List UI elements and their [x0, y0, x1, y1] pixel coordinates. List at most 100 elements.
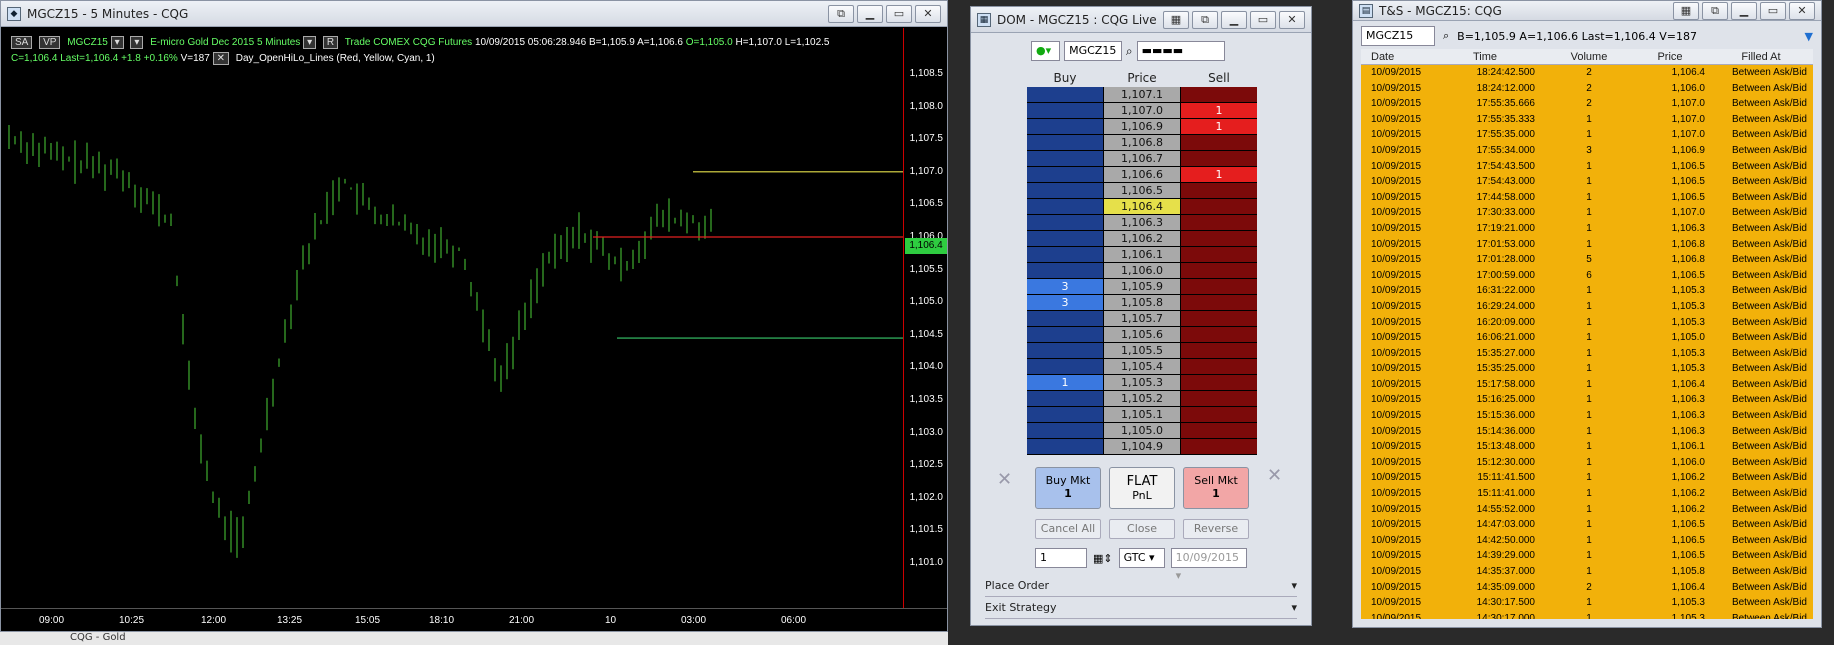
ts-row[interactable]: 10/09/2015 17:55:34.000 3 1,106.9 Between As…: [1361, 142, 1813, 159]
ladder-sell-cell[interactable]: 1: [1181, 103, 1257, 119]
ts-row[interactable]: 10/09/2015 16:06:21.000 1 1,105.0 Between As…: [1361, 330, 1813, 346]
ladder-price-cell[interactable]: 1,105.1: [1103, 407, 1181, 423]
dom-left-x-icon[interactable]: ✕: [997, 469, 1012, 490]
ts-row[interactable]: 10/09/2015 14:35:09.000 2 1,106.4 Between As…: [1361, 579, 1813, 596]
ladder-buy-cell[interactable]: [1027, 135, 1103, 151]
ts-col-filled-at[interactable]: Filled At: [1715, 49, 1813, 64]
dom-titlebar[interactable]: ▦ DOM - MGCZ15 : CQG Live ▦ ⧉ ▁ ▭ ✕: [971, 7, 1311, 33]
description-dropdown-icon[interactable]: ▾: [130, 36, 144, 49]
ladder-price-cell[interactable]: 1,105.4: [1103, 359, 1181, 375]
ts-row[interactable]: 10/09/2015 17:44:58.000 1 1,106.5 Between As…: [1361, 189, 1813, 206]
ts-row[interactable]: 10/09/2015 15:13:48.000 1 1,106.1 Between As…: [1361, 439, 1813, 455]
ladder-sell-cell[interactable]: 1: [1181, 167, 1257, 183]
ts-row[interactable]: 10/09/2015 14:30:17.000 1 1,105.3 Between As…: [1361, 610, 1813, 619]
ts-row[interactable]: 10/09/2015 15:11:41.000 1 1,106.2 Between As…: [1361, 486, 1813, 502]
quantity-stepper-icon[interactable]: ▦⇕: [1093, 552, 1113, 565]
ts-row[interactable]: 10/09/2015 14:30:17.500 1 1,105.3 Between As…: [1361, 595, 1813, 611]
ts-row[interactable]: 10/09/2015 17:55:35.666 2 1,107.0 Between As…: [1361, 96, 1813, 112]
ts-symbol-field[interactable]: MGCZ15: [1361, 26, 1435, 46]
ts-row[interactable]: 10/09/2015 15:12:30.000 1 1,106.0 Between As…: [1361, 454, 1813, 471]
ladder-price-cell[interactable]: 1,106.3: [1103, 215, 1181, 231]
dom-right-x-icon[interactable]: ✕: [1267, 465, 1282, 486]
ladder-price-cell[interactable]: 1,105.8: [1103, 295, 1181, 311]
ladder-buy-cell[interactable]: [1027, 391, 1103, 407]
ts-row[interactable]: 10/09/2015 16:29:24.000 1 1,105.3 Between As…: [1361, 298, 1813, 315]
vp-tag[interactable]: VP: [39, 36, 61, 49]
ladder-price-cell[interactable]: 1,106.6: [1103, 167, 1181, 183]
dom-search-icon[interactable]: ⌕: [1126, 44, 1133, 59]
ladder-sell-cell[interactable]: [1181, 87, 1257, 103]
tab-cqg-gold[interactable]: CQG - Gold: [70, 632, 126, 643]
sell-mkt-button[interactable]: Sell Mkt 1: [1183, 467, 1249, 509]
ladder-sell-cell[interactable]: [1181, 391, 1257, 407]
ladder-sell-cell[interactable]: [1181, 215, 1257, 231]
ladder-price-cell[interactable]: 1,106.5: [1103, 183, 1181, 199]
ladder-sell-cell[interactable]: [1181, 311, 1257, 327]
ladder-buy-cell[interactable]: 1: [1027, 375, 1103, 391]
ladder-price-cell[interactable]: 1,105.5: [1103, 343, 1181, 359]
ts-row[interactable]: 10/09/2015 17:55:35.000 1 1,107.0 Between As…: [1361, 127, 1813, 143]
ts-maximize-button[interactable]: ▭: [1760, 1, 1786, 20]
dom-minimize-button[interactable]: ▁: [1221, 10, 1247, 29]
ts-row[interactable]: 10/09/2015 15:16:25.000 1 1,106.3 Between As…: [1361, 392, 1813, 409]
dom-maximize-button[interactable]: ▭: [1250, 10, 1276, 29]
chart-close-button[interactable]: ✕: [915, 4, 941, 23]
place-order-section[interactable]: Place Order ▾: [985, 579, 1297, 597]
place-order-chevron-icon[interactable]: ▾: [1291, 579, 1297, 592]
ladder-buy-cell[interactable]: [1027, 247, 1103, 263]
ts-row[interactable]: 10/09/2015 17:55:35.333 1 1,107.0 Between As…: [1361, 111, 1813, 128]
ts-filter-icon[interactable]: ▼: [1805, 30, 1813, 43]
chart-minimize-button[interactable]: ▁: [857, 4, 883, 23]
ladder-price-cell[interactable]: 1,105.9: [1103, 279, 1181, 295]
ladder-sell-cell[interactable]: [1181, 279, 1257, 295]
ladder-buy-cell[interactable]: [1027, 311, 1103, 327]
ladder-price-cell[interactable]: 1,106.4: [1103, 199, 1181, 215]
ladder-price-cell[interactable]: 1,105.2: [1103, 391, 1181, 407]
ladder-buy-cell[interactable]: [1027, 87, 1103, 103]
dom-link-icon[interactable]: ⧉: [1192, 10, 1218, 29]
ladder-buy-cell[interactable]: 3: [1027, 295, 1103, 311]
time-axis[interactable]: 09:00 10:25 12:00 13:25 15:05 18:10 21:00 10 03:…: [1, 608, 947, 631]
ladder-sell-cell[interactable]: [1181, 263, 1257, 279]
ts-row[interactable]: 10/09/2015 15:11:41.500 1 1,106.2 Between As…: [1361, 470, 1813, 487]
ladder-buy-cell[interactable]: [1027, 103, 1103, 119]
buy-mkt-button[interactable]: Buy Mkt 1: [1035, 467, 1101, 509]
ts-table[interactable]: Date Time Volume Price Filled At 10/09/2…: [1361, 49, 1813, 619]
ladder-sell-cell[interactable]: [1181, 375, 1257, 391]
ladder-price-cell[interactable]: 1,106.0: [1103, 263, 1181, 279]
ts-row[interactable]: 10/09/2015 18:24:12.000 2 1,106.0 Between As…: [1361, 80, 1813, 97]
ts-row[interactable]: 10/09/2015 16:20:09.000 1 1,105.3 Between As…: [1361, 314, 1813, 331]
ladder-buy-cell[interactable]: [1027, 183, 1103, 199]
ts-row[interactable]: 10/09/2015 18:24:42.500 2 1,106.4 Between As…: [1361, 65, 1813, 81]
ts-minimize-button[interactable]: ▁: [1731, 1, 1757, 20]
ladder-buy-cell[interactable]: [1027, 167, 1103, 183]
study-name[interactable]: Day_OpenHiLo_Lines: [236, 53, 334, 64]
ts-row[interactable]: 10/09/2015 17:19:21.000 1 1,106.3 Between As…: [1361, 220, 1813, 237]
price-axis[interactable]: 1,108.5 1,108.0 1,107.5 1,107.0 1,106.5 1,106…: [903, 28, 947, 608]
chart-maximize-button[interactable]: ▭: [886, 4, 912, 23]
ts-row[interactable]: 10/09/2015 17:01:28.000 5 1,106.8 Between As…: [1361, 252, 1813, 268]
ladder-sell-cell[interactable]: [1181, 199, 1257, 215]
exit-strategy-section[interactable]: Exit Strategy ▾: [985, 601, 1297, 619]
ts-row[interactable]: 10/09/2015 17:01:53.000 1 1,106.8 Between As…: [1361, 236, 1813, 253]
ladder-sell-cell[interactable]: [1181, 231, 1257, 247]
ladder-buy-cell[interactable]: [1027, 423, 1103, 439]
sa-tag[interactable]: SA: [11, 36, 33, 49]
ts-row[interactable]: 10/09/2015 17:54:43.500 1 1,106.5 Between As…: [1361, 158, 1813, 175]
ts-row[interactable]: 10/09/2015 17:30:33.000 1 1,107.0 Between As…: [1361, 205, 1813, 221]
ladder-price-cell[interactable]: 1,107.1: [1103, 87, 1181, 103]
ts-search-icon[interactable]: ⌕: [1443, 29, 1449, 43]
ts-col-time[interactable]: Time: [1435, 49, 1543, 64]
ladder-buy-cell[interactable]: [1027, 199, 1103, 215]
account-select[interactable]: ▬▬▬▬: [1136, 41, 1225, 61]
ts-titlebar[interactable]: ▤ T&S - MGCZ15: CQG ▦ ⧉ ▁ ▭ ✕: [1353, 1, 1821, 21]
ladder-buy-cell[interactable]: [1027, 151, 1103, 167]
ladder-buy-cell[interactable]: 3: [1027, 279, 1103, 295]
order-date-select[interactable]: 10/09/2015 ▾: [1170, 548, 1247, 582]
ladder-sell-cell[interactable]: [1181, 151, 1257, 167]
ladder-buy-cell[interactable]: [1027, 215, 1103, 231]
ladder-buy-cell[interactable]: [1027, 407, 1103, 423]
ladder-sell-cell[interactable]: [1181, 423, 1257, 439]
ladder-price-cell[interactable]: 1,105.3: [1103, 375, 1181, 391]
quantity-input[interactable]: 1: [1035, 548, 1087, 568]
